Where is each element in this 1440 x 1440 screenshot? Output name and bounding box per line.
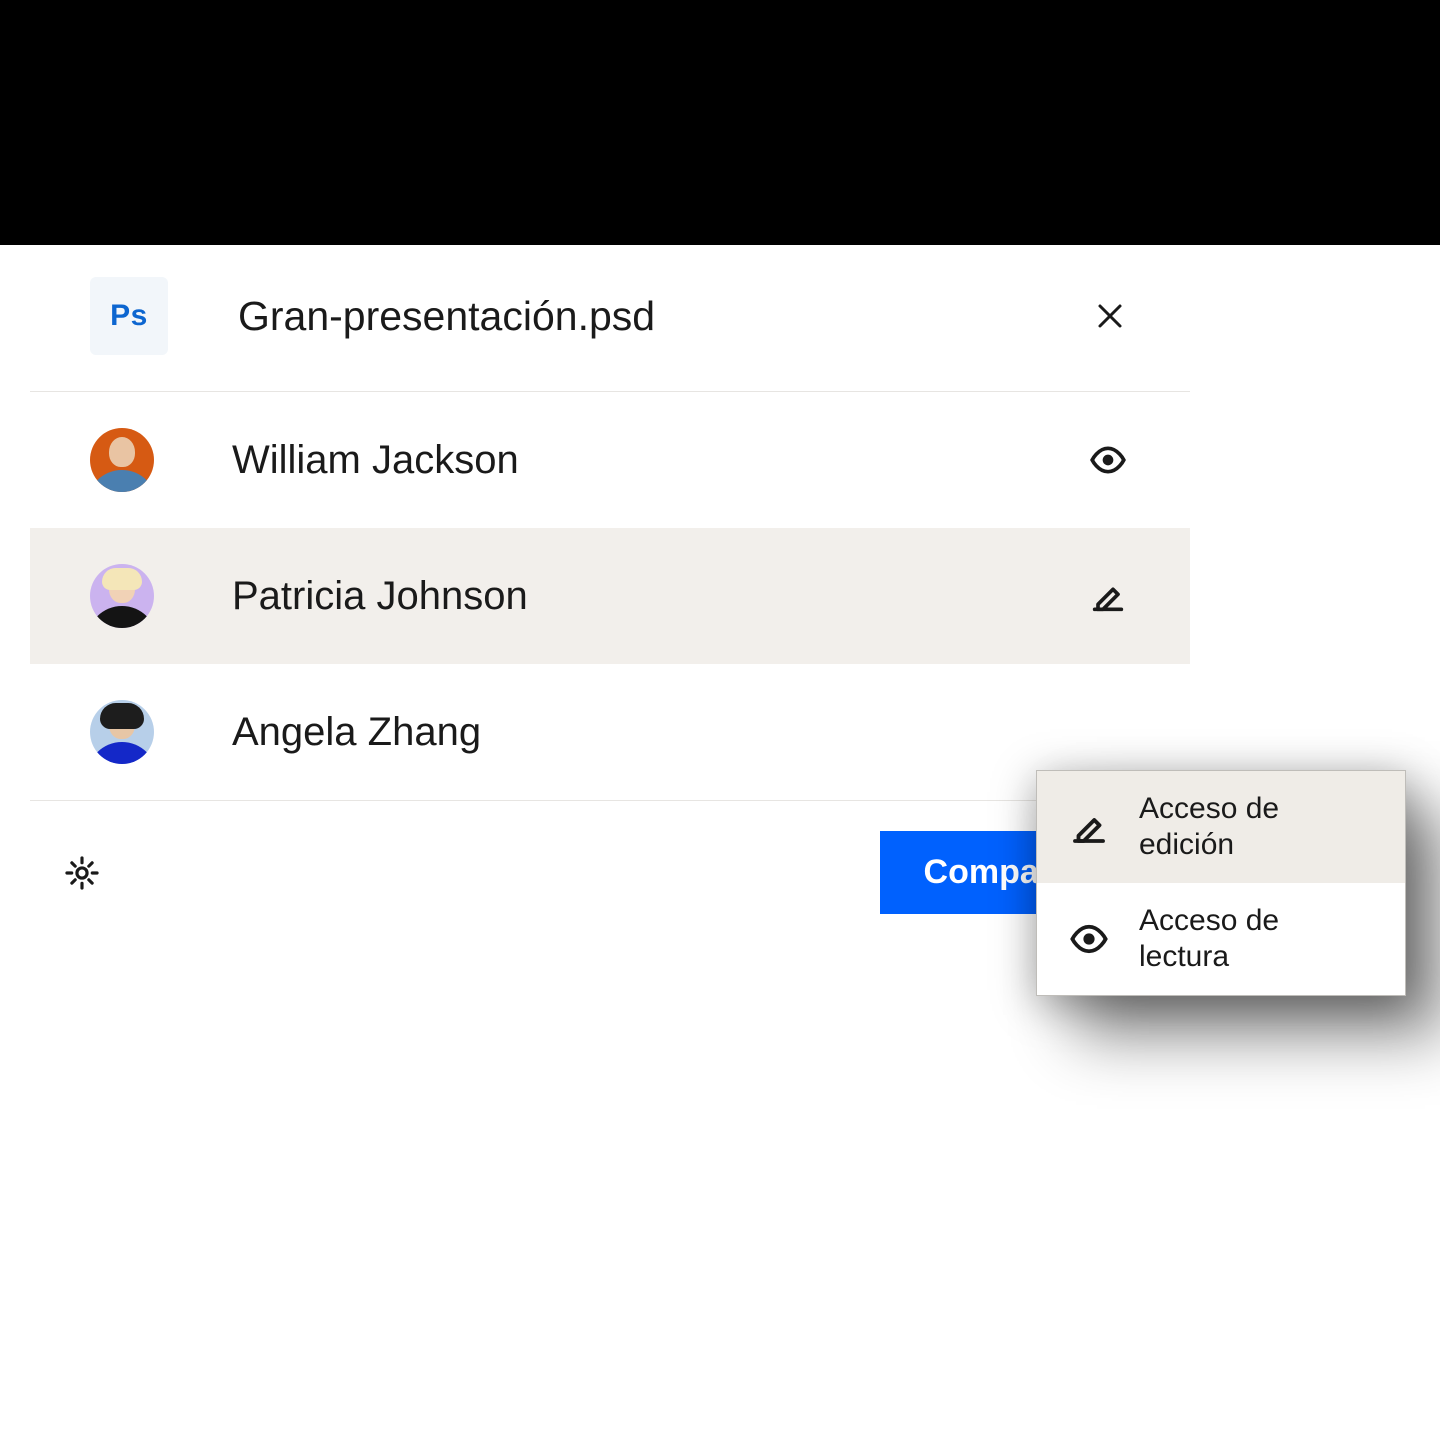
avatar: [90, 564, 154, 628]
person-name: Angela Zhang: [232, 710, 1086, 755]
close-button[interactable]: [1090, 296, 1130, 336]
gear-icon: [63, 854, 101, 892]
dropdown-option-label: Acceso de lectura: [1139, 903, 1377, 975]
person-name: William Jackson: [232, 438, 1086, 483]
person-row[interactable]: Angela Zhang: [30, 664, 1190, 800]
permission-button[interactable]: [1086, 438, 1130, 482]
dropdown-option-label: Acceso de edición: [1139, 791, 1377, 863]
permission-button[interactable]: [1086, 574, 1130, 618]
close-icon: [1095, 301, 1125, 331]
person-row[interactable]: William Jackson: [30, 392, 1190, 528]
window-top-blackbar: [0, 0, 1440, 245]
permission-dropdown: Acceso de edición Acceso de lectura: [1036, 770, 1406, 996]
person-name: Patricia Johnson: [232, 574, 1086, 619]
dropdown-option-view[interactable]: Acceso de lectura: [1037, 883, 1405, 995]
avatar: [90, 700, 154, 764]
dialog-footer: Compartir: [30, 800, 1190, 944]
pencil-icon: [1088, 576, 1128, 616]
settings-button[interactable]: [60, 851, 104, 895]
file-name: Gran-presentación.psd: [238, 293, 1090, 340]
share-dialog: Ps Gran-presentación.psd William Jackson…: [30, 245, 1190, 944]
dialog-header: Ps Gran-presentación.psd: [30, 245, 1190, 392]
permission-button[interactable]: [1086, 710, 1130, 754]
file-type-label: Ps: [110, 299, 148, 333]
pencil-icon: [1068, 806, 1110, 848]
eye-icon: [1068, 918, 1110, 960]
file-type-icon: Ps: [90, 277, 168, 355]
person-row[interactable]: Patricia Johnson: [30, 528, 1190, 664]
avatar: [90, 428, 154, 492]
dropdown-option-edit[interactable]: Acceso de edición: [1037, 771, 1405, 883]
eye-icon: [1088, 440, 1128, 480]
